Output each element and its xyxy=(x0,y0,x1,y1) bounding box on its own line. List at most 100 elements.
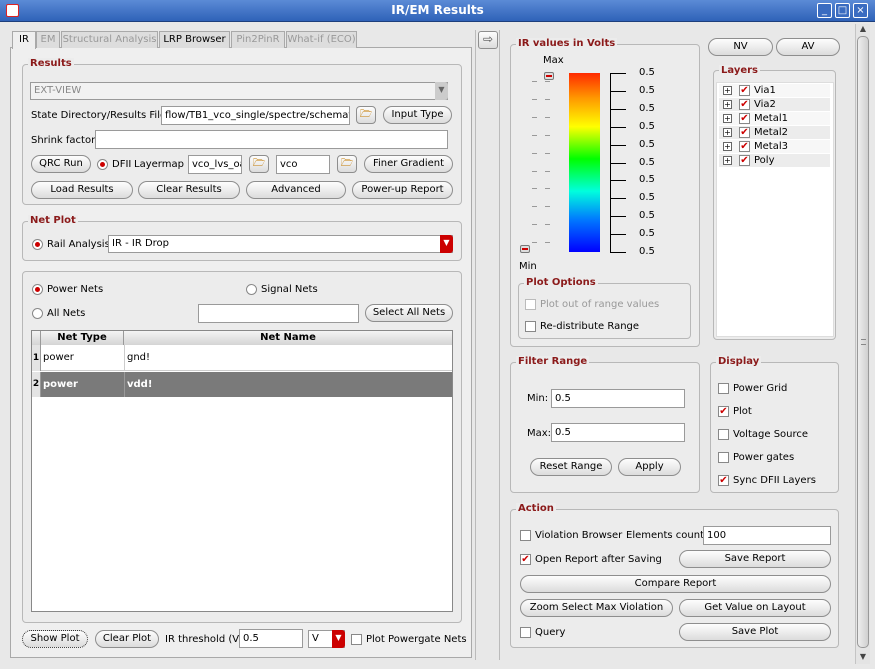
table-row[interactable]: 1 power gnd! xyxy=(32,345,452,371)
save-plot-button[interactable]: Save Plot xyxy=(679,623,831,641)
layermap-input[interactable]: vco_lvs_oa xyxy=(188,155,242,174)
compare-report-button[interactable]: Compare Report xyxy=(520,575,831,593)
nv-button[interactable]: NV xyxy=(708,38,773,56)
apply-button[interactable]: Apply xyxy=(618,458,681,476)
show-plot-button[interactable]: Show Plot xyxy=(22,630,88,648)
layer-checkbox[interactable]: ✔ xyxy=(739,155,750,166)
zoom-max-violation-button[interactable]: Zoom Select Max Violation xyxy=(520,599,673,617)
column-header-net-type[interactable]: Net Type xyxy=(41,331,124,345)
load-results-button[interactable]: Load Results xyxy=(31,181,133,199)
violation-browser-checkbox[interactable] xyxy=(520,530,531,541)
plot-powergate-checkbox[interactable] xyxy=(351,634,362,645)
ir-threshold-input[interactable]: 0.5 xyxy=(239,629,303,648)
tab-lrp-browser[interactable]: LRP Browser xyxy=(159,31,230,48)
scroll-thumb[interactable] xyxy=(857,36,869,648)
powerup-report-button[interactable]: Power-up Report xyxy=(352,181,453,199)
close-icon[interactable]: × xyxy=(853,3,868,18)
max-slider-handle[interactable] xyxy=(544,72,554,80)
layer-item[interactable]: + ✔ Metal3 xyxy=(719,140,830,153)
expand-icon[interactable]: + xyxy=(723,100,732,109)
view-select[interactable]: EXT-VIEW ▼ xyxy=(30,82,448,100)
display-checkbox[interactable] xyxy=(718,429,729,440)
open-report-checkbox[interactable]: ✔ xyxy=(520,554,531,565)
tab-ir[interactable]: IR xyxy=(12,31,36,49)
net-plot-title: Net Plot xyxy=(28,215,78,226)
display-checkbox[interactable]: ✔ xyxy=(718,475,729,486)
slider-tick xyxy=(532,135,537,136)
display-checkbox[interactable]: ✔ xyxy=(718,406,729,417)
scroll-up-icon[interactable]: ▲ xyxy=(857,24,869,34)
plot-options-title: Plot Options xyxy=(524,277,598,288)
layer-checkbox[interactable]: ✔ xyxy=(739,85,750,96)
expand-icon[interactable]: + xyxy=(723,86,732,95)
clear-plot-button[interactable]: Clear Plot xyxy=(95,630,159,648)
layer-checkbox[interactable]: ✔ xyxy=(739,127,750,138)
input-type-button[interactable]: Input Type xyxy=(383,106,452,124)
filter-min-input[interactable]: 0.5 xyxy=(551,389,685,408)
vertical-scrollbar[interactable]: ▲ ▼ xyxy=(855,24,870,664)
chevron-down-icon[interactable]: ▼ xyxy=(332,630,345,648)
out-of-range-checkbox[interactable] xyxy=(525,299,536,310)
display-checkbox[interactable] xyxy=(718,383,729,394)
net-filter-input[interactable] xyxy=(198,304,359,323)
tab-what-if[interactable]: What-if (ECO) xyxy=(286,31,357,48)
analysis-select[interactable]: IR - IR Drop ▼ xyxy=(108,235,453,253)
chevron-down-icon[interactable]: ▼ xyxy=(440,235,453,253)
layer-item[interactable]: + ✔ Metal1 xyxy=(719,112,830,125)
table-row-selected[interactable]: 2 power vdd! xyxy=(32,372,452,397)
finer-gradient-button[interactable]: Finer Gradient xyxy=(364,155,453,173)
save-report-button[interactable]: Save Report xyxy=(679,550,831,568)
state-dir-input[interactable]: flow/TB1_vco_single/spectre/schematic xyxy=(161,106,350,125)
elements-count-input[interactable]: 100 xyxy=(703,526,831,545)
redistribute-checkbox[interactable] xyxy=(525,321,536,332)
action-title: Action xyxy=(516,503,556,514)
folder-icon[interactable]: 🗁 xyxy=(356,106,376,124)
chevron-down-icon[interactable]: ▼ xyxy=(435,82,448,100)
column-header-net-name[interactable]: Net Name xyxy=(124,331,452,345)
select-all-nets-button[interactable]: Select All Nets xyxy=(365,304,453,322)
rail-analysis-radio[interactable] xyxy=(32,239,43,250)
dfii-radio[interactable] xyxy=(97,159,108,170)
all-nets-radio[interactable] xyxy=(32,308,43,319)
tab-em[interactable]: EM xyxy=(36,31,60,48)
unit-select[interactable]: V ▼ xyxy=(308,630,345,648)
cell-input[interactable]: vco xyxy=(276,155,330,174)
get-value-button[interactable]: Get Value on Layout xyxy=(679,599,831,617)
layer-item[interactable]: + ✔ Poly xyxy=(719,154,830,167)
tab-structural-analysis[interactable]: Structural Analysis xyxy=(61,31,158,48)
signal-nets-radio[interactable] xyxy=(246,284,257,295)
splitter[interactable] xyxy=(475,30,500,660)
layermap-folder-icon[interactable]: 🗁 xyxy=(249,155,269,173)
tab-pin2pinr[interactable]: Pin2PinR xyxy=(231,31,285,48)
filter-max-input[interactable]: 0.5 xyxy=(551,423,685,442)
min-slider-handle[interactable] xyxy=(520,245,530,253)
reset-range-button[interactable]: Reset Range xyxy=(530,458,612,476)
expand-icon[interactable]: + xyxy=(723,156,732,165)
cell-folder-icon[interactable]: 🗁 xyxy=(337,155,357,173)
display-checkbox[interactable] xyxy=(718,452,729,463)
power-nets-radio[interactable] xyxy=(32,284,43,295)
window-title-bar[interactable]: IR/EM Results _ □ × xyxy=(0,0,875,22)
qrc-run-button[interactable]: QRC Run xyxy=(31,155,91,173)
layer-item[interactable]: + ✔ Via2 xyxy=(719,98,830,111)
av-button[interactable]: AV xyxy=(776,38,840,56)
expand-icon[interactable]: + xyxy=(723,142,732,151)
layer-item[interactable]: + ✔ Via1 xyxy=(719,84,830,97)
shrink-factor-input[interactable] xyxy=(95,130,448,149)
clear-results-button[interactable]: Clear Results xyxy=(138,181,240,199)
query-checkbox[interactable] xyxy=(520,627,531,638)
ir-slider-track[interactable] xyxy=(524,72,558,257)
table-corner xyxy=(32,331,41,345)
expand-icon[interactable]: + xyxy=(723,128,732,137)
advanced-button[interactable]: Advanced xyxy=(246,181,346,199)
collapse-arrow-icon[interactable]: ⇨ xyxy=(478,31,498,49)
maximize-icon[interactable]: □ xyxy=(835,3,850,18)
layer-checkbox[interactable]: ✔ xyxy=(739,99,750,110)
display-label: Plot xyxy=(733,406,752,417)
minimize-icon[interactable]: _ xyxy=(817,3,832,18)
scroll-down-icon[interactable]: ▼ xyxy=(857,652,869,662)
expand-icon[interactable]: + xyxy=(723,114,732,123)
layer-checkbox[interactable]: ✔ xyxy=(739,141,750,152)
layer-item[interactable]: + ✔ Metal2 xyxy=(719,126,830,139)
layer-checkbox[interactable]: ✔ xyxy=(739,113,750,124)
